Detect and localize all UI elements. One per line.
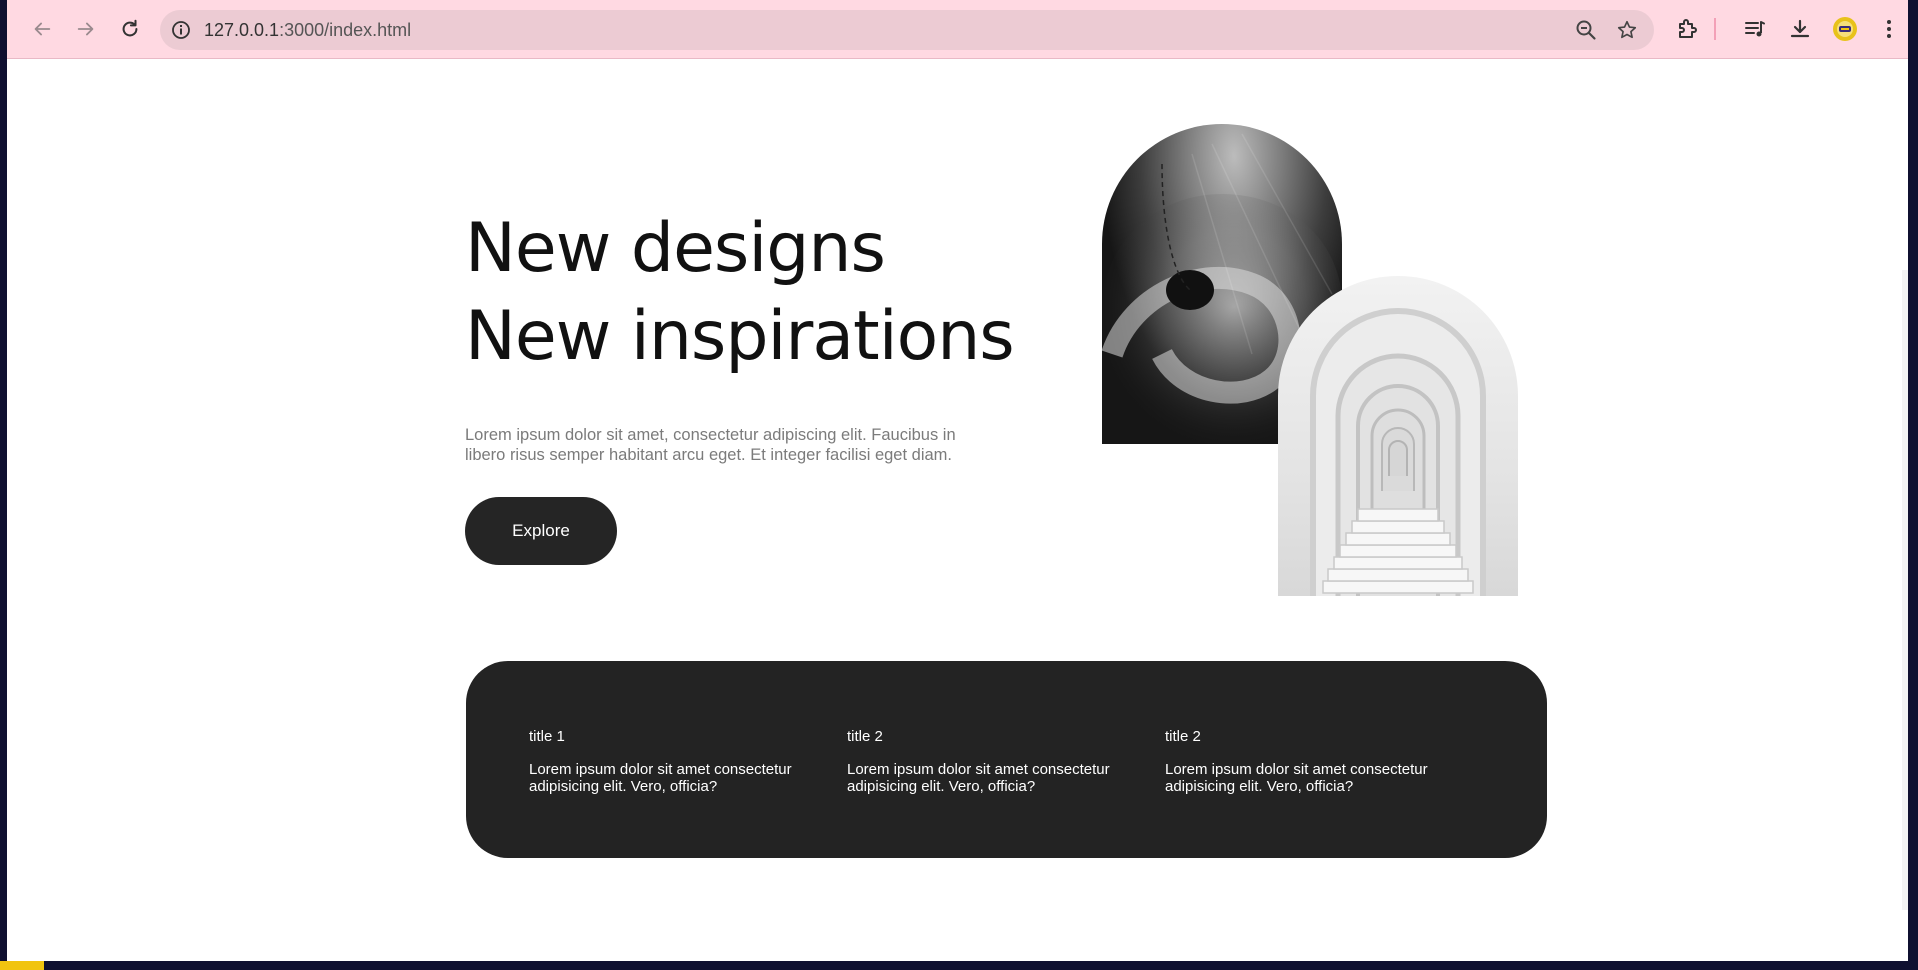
feature-card: title 2 Lorem ipsum dolor sit amet conse… — [847, 728, 1137, 795]
feature-title: title 2 — [1165, 728, 1201, 745]
downloads-button[interactable] — [1786, 15, 1814, 43]
media-button[interactable] — [1741, 15, 1769, 43]
page-scrollbar[interactable] — [1902, 270, 1908, 910]
url-text[interactable]: 127.0.0.1:3000/index.html — [204, 20, 411, 41]
address-bar[interactable]: 127.0.0.1:3000/index.html — [160, 10, 1654, 50]
explore-button[interactable]: Explore — [465, 497, 617, 565]
taskbar-corner — [0, 961, 44, 970]
browser-menu-button[interactable] — [1875, 15, 1903, 43]
feature-text: Lorem ipsum dolor sit amet consectetur a… — [1165, 761, 1428, 795]
arrow-left-icon — [34, 22, 51, 36]
media-queue-icon — [1745, 21, 1765, 37]
hero-title-line-2: New inspirations — [465, 297, 1015, 376]
back-button[interactable] — [27, 14, 57, 44]
kebab-menu-icon — [1887, 20, 1891, 38]
feature-title: title 2 — [847, 728, 883, 745]
reload-button[interactable] — [115, 14, 145, 44]
reload-icon — [122, 19, 138, 37]
toolbar-border — [7, 58, 1908, 59]
hero-title: New designs New inspirations — [465, 205, 1015, 381]
hero-description: Lorem ipsum dolor sit amet, consectetur … — [465, 426, 956, 464]
url-host: 127.0.0.1 — [204, 20, 280, 40]
browser-toolbar: 127.0.0.1:3000/index.html — [7, 0, 1908, 59]
avatar — [1833, 17, 1857, 41]
features-panel: title 1 Lorem ipsum dolor sit amet conse… — [466, 661, 1547, 858]
feature-card: title 2 Lorem ipsum dolor sit amet conse… — [1165, 728, 1455, 795]
toolbar-divider — [1714, 18, 1716, 40]
site-info-button[interactable] — [169, 18, 193, 42]
zoom-button[interactable] — [1574, 18, 1598, 42]
info-icon — [172, 21, 190, 39]
extensions-button[interactable] — [1673, 15, 1701, 43]
download-icon — [1790, 19, 1810, 38]
star-icon — [1617, 20, 1637, 39]
feature-text: Lorem ipsum dolor sit amet consectetur a… — [529, 761, 792, 795]
hero-title-line-1: New designs — [465, 209, 886, 288]
browser-window: 127.0.0.1:3000/index.html New designs Ne… — [7, 0, 1908, 961]
feature-card: title 1 Lorem ipsum dolor sit amet conse… — [529, 728, 819, 795]
arched-corridor-art — [1310, 308, 1486, 596]
forward-button[interactable] — [71, 14, 101, 44]
puzzle-icon — [1679, 19, 1697, 38]
feature-text: Lorem ipsum dolor sit amet consectetur a… — [847, 761, 1110, 795]
url-path: :3000/index.html — [279, 20, 412, 40]
bookmark-button[interactable] — [1615, 18, 1639, 42]
zoom-out-icon — [1576, 20, 1596, 40]
arched-corridor-image — [1278, 276, 1518, 596]
profile-button[interactable] — [1831, 15, 1859, 43]
feature-title: title 1 — [529, 728, 565, 745]
arrow-right-icon — [77, 22, 94, 36]
